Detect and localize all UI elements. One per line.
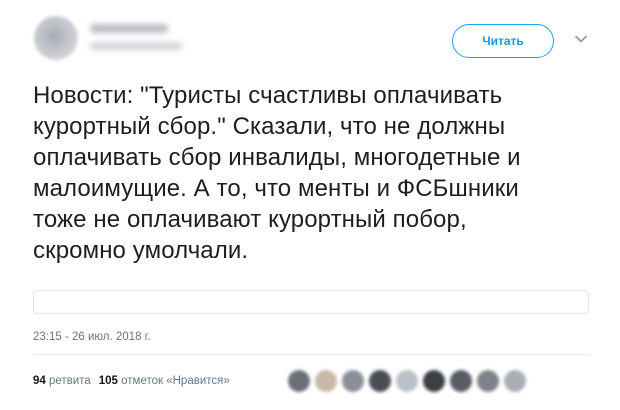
liker-avatar[interactable]: [423, 370, 445, 392]
tweet-text: Новости: "Туристы счастливы оплачивать к…: [33, 80, 593, 266]
tweet-card: Читать Новости: "Туристы счастливы оплач…: [0, 0, 620, 410]
tweet-timestamp[interactable]: 23:15 - 26 июл. 2018 г.: [33, 331, 151, 343]
tweet-text-line: скромно умолчали.: [33, 237, 249, 264]
likes-label: отметок «Нравится»: [121, 375, 230, 387]
follow-button[interactable]: Читать: [452, 24, 554, 58]
likes-count: 105: [98, 375, 118, 387]
tweet-text-line: Новости: "Туристы счастливы оплачивать: [33, 82, 503, 109]
liker-avatar[interactable]: [315, 370, 337, 392]
tweet-text-line: оплачивать сбор инвалиды, многодетные и: [33, 144, 521, 171]
retweets-count: 94: [33, 375, 46, 387]
liker-avatar[interactable]: [504, 370, 526, 392]
tweet-stats: 94 ретвита 105 отметок «Нравится»: [33, 375, 230, 387]
chevron-down-icon[interactable]: [574, 32, 588, 46]
liker-avatar[interactable]: [450, 370, 472, 392]
likes-stat[interactable]: 105 отметок «Нравится»: [99, 375, 230, 387]
avatar[interactable]: [34, 16, 78, 60]
liker-avatar[interactable]: [342, 370, 364, 392]
retweets-stat[interactable]: 94 ретвита: [33, 375, 91, 387]
liker-avatar[interactable]: [396, 370, 418, 392]
liker-avatar[interactable]: [477, 370, 499, 392]
liker-avatar[interactable]: [288, 370, 310, 392]
liker-avatar[interactable]: [369, 370, 391, 392]
divider: [33, 354, 589, 355]
follow-button-label: Читать: [482, 34, 524, 48]
tweet-text-line: малоимущие. А то, что менты и ФСБшники: [33, 175, 519, 202]
tweet-text-line: курортный сбор." Сказали, что не должны: [33, 113, 506, 140]
retweets-label: ретвита: [49, 375, 91, 387]
author-name-blurred[interactable]: [90, 24, 168, 33]
tweet-text-line: тоже не оплачивают курортный побор,: [33, 206, 467, 233]
media-card-placeholder[interactable]: [33, 290, 589, 314]
author-handle-blurred[interactable]: [90, 42, 182, 50]
